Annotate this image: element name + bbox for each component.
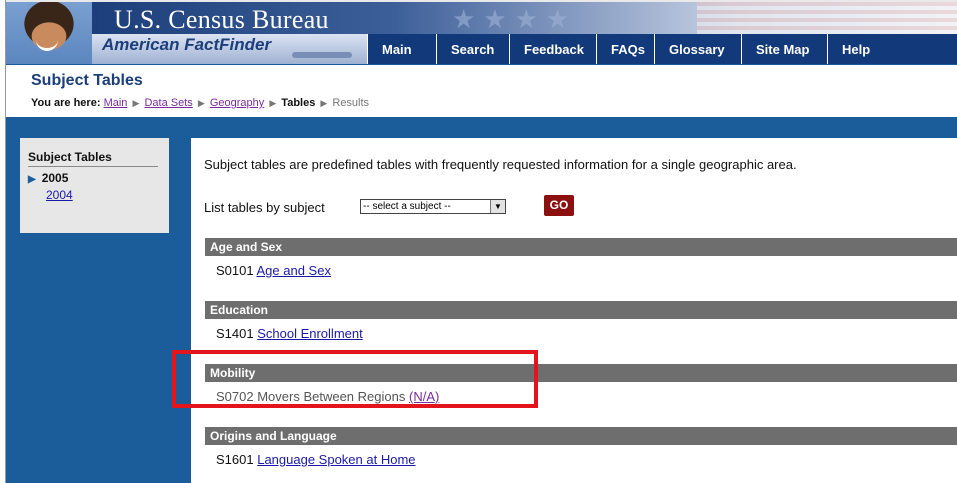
table-code: S0101 bbox=[216, 263, 254, 278]
sidebar-item-2004[interactable]: 2004 bbox=[46, 188, 73, 202]
table-code: S1601 bbox=[216, 452, 254, 467]
table-row: S1401 School Enrollment bbox=[216, 326, 363, 341]
sidebar-item-2005: ▶ 2005 bbox=[28, 171, 68, 185]
nav-faqs[interactable]: FAQs bbox=[596, 34, 654, 64]
breadcrumb-current: Tables bbox=[281, 97, 316, 109]
breadcrumb: You are here: Main ▶ Data Sets ▶ Geograp… bbox=[31, 97, 369, 109]
sidebar: Subject Tables ▶ 2005 2004 bbox=[20, 138, 169, 233]
breadcrumb-arrow-icon: ▶ bbox=[132, 98, 140, 108]
table-code: S1401 bbox=[216, 326, 254, 341]
page-title: Subject Tables bbox=[31, 72, 143, 89]
section-heading-origins-and-language: Origins and Language bbox=[205, 427, 957, 445]
breadcrumb-arrow-icon: ▶ bbox=[197, 98, 205, 108]
go-button[interactable]: GO bbox=[544, 195, 574, 216]
header-banner: ★★★★ U.S. Census Bureau bbox=[92, 2, 957, 34]
breadcrumb-next: Results bbox=[332, 97, 370, 109]
header-photo bbox=[6, 2, 92, 64]
red-highlight-box bbox=[172, 350, 538, 408]
sidebar-title: Subject Tables bbox=[28, 150, 112, 164]
flag-stripes-decoration bbox=[697, 2, 957, 34]
sidebar-selected-triangle-icon: ▶ bbox=[28, 174, 36, 185]
list-by-subject-label: List tables by subject bbox=[204, 200, 325, 215]
factfinder-logo-text: American FactFinder bbox=[102, 35, 272, 54]
dropdown-arrow-icon[interactable]: ▼ bbox=[490, 200, 505, 213]
page-heading-area: Subject Tables You are here: Main ▶ Data… bbox=[6, 64, 957, 118]
main-content: Subject tables are predefined tables wit… bbox=[191, 138, 957, 483]
breadcrumb-main[interactable]: Main bbox=[104, 97, 128, 109]
sidebar-divider bbox=[28, 166, 158, 167]
breadcrumb-prefix: You are here: bbox=[31, 97, 101, 109]
table-row: S0101 Age and Sex bbox=[216, 263, 331, 278]
factfinder-logo[interactable]: American FactFinder bbox=[92, 34, 367, 64]
nav-bar: American FactFinder Main Search Feedback… bbox=[92, 34, 957, 64]
breadcrumb-arrow-icon: ▶ bbox=[320, 98, 328, 108]
table-row: S1601 Language Spoken at Home bbox=[216, 452, 416, 467]
table-link-language-spoken-at-home[interactable]: Language Spoken at Home bbox=[257, 452, 415, 467]
stars-decoration: ★★★★ bbox=[452, 4, 578, 34]
breadcrumb-data-sets[interactable]: Data Sets bbox=[144, 97, 192, 109]
section-heading-education: Education bbox=[205, 301, 957, 319]
census-bureau-title: U.S. Census Bureau bbox=[114, 5, 329, 34]
site-header: ★★★★ U.S. Census Bureau American FactFin… bbox=[6, 2, 957, 64]
breadcrumb-arrow-icon: ▶ bbox=[269, 98, 277, 108]
subject-select[interactable]: -- select a subject -- ▼ bbox=[360, 199, 506, 214]
nav-main[interactable]: Main bbox=[367, 34, 436, 64]
nav-help[interactable]: Help bbox=[827, 34, 883, 64]
nav-feedback[interactable]: Feedback bbox=[509, 34, 596, 64]
sidebar-item-label: 2005 bbox=[41, 171, 69, 185]
nav-site-map[interactable]: Site Map bbox=[741, 34, 827, 64]
intro-text: Subject tables are predefined tables wit… bbox=[204, 157, 797, 172]
table-link-school-enrollment[interactable]: School Enrollment bbox=[257, 326, 363, 341]
nav-search[interactable]: Search bbox=[436, 34, 509, 64]
swoosh-decoration bbox=[292, 52, 352, 58]
nav-glossary[interactable]: Glossary bbox=[654, 34, 741, 64]
section-heading-age-and-sex: Age and Sex bbox=[205, 238, 957, 256]
subject-select-value: -- select a subject -- bbox=[363, 201, 451, 212]
main-nav: Main Search Feedback FAQs Glossary Site … bbox=[367, 34, 883, 64]
table-link-age-and-sex[interactable]: Age and Sex bbox=[257, 263, 331, 278]
breadcrumb-geography[interactable]: Geography bbox=[210, 97, 264, 109]
